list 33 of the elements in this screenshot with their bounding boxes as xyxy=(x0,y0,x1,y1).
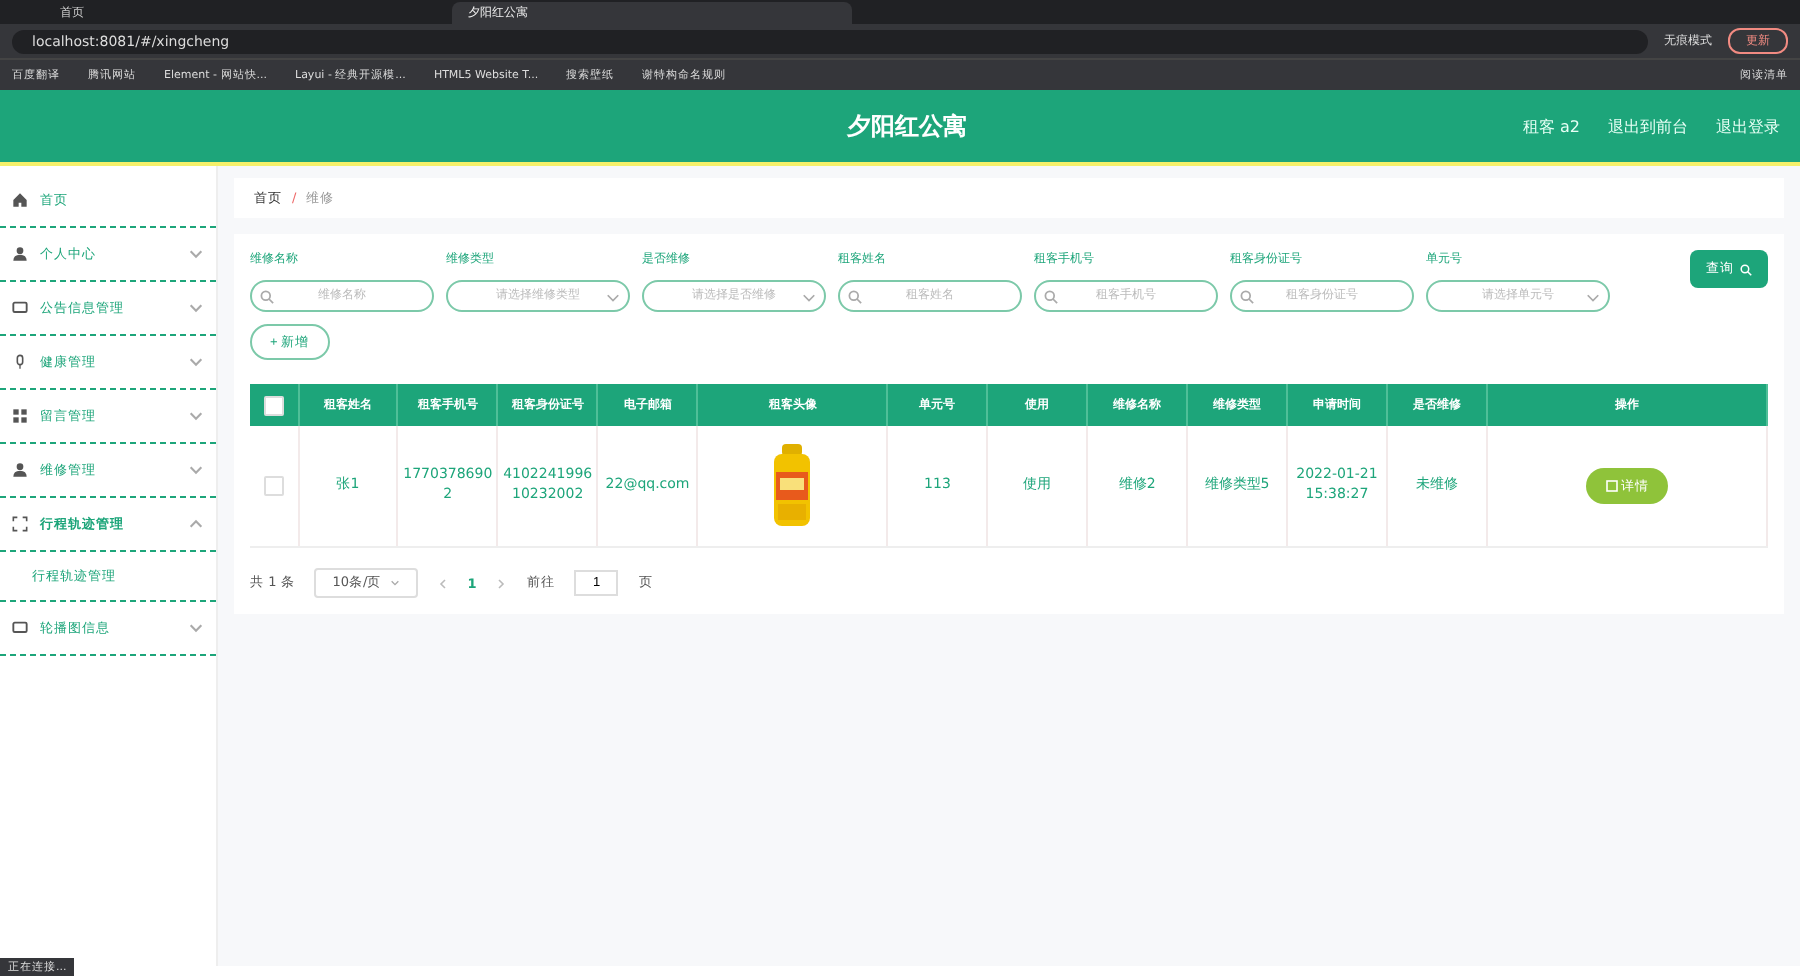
menu-icon xyxy=(12,462,28,478)
checkbox[interactable] xyxy=(263,475,284,496)
menu-icon xyxy=(12,246,28,262)
chevron-down-icon xyxy=(389,577,400,588)
menu-icon xyxy=(12,516,28,532)
chevron-up-icon xyxy=(188,516,204,532)
header-link[interactable]: 退出登录 xyxy=(1716,115,1780,137)
chevron-down-icon xyxy=(606,289,620,303)
previous-page-icon[interactable] xyxy=(437,577,448,589)
search-icon xyxy=(1740,263,1752,275)
menu-icon xyxy=(12,408,28,424)
chevron-down-icon xyxy=(1586,289,1600,303)
menu-icon xyxy=(12,620,28,636)
menu-icon xyxy=(12,354,28,370)
header-link[interactable]: 退出到前台 xyxy=(1608,115,1688,137)
app-title: 夕阳红公寓 xyxy=(845,109,970,143)
chevron-down-icon xyxy=(188,246,204,262)
menu-icon xyxy=(12,192,28,208)
document-icon xyxy=(1605,479,1618,492)
chevron-down-icon xyxy=(188,300,204,316)
chevron-down-icon xyxy=(802,289,816,303)
next-page-icon[interactable] xyxy=(496,577,507,589)
chevron-down-icon xyxy=(188,462,204,478)
search-icon xyxy=(848,289,862,303)
search-icon xyxy=(260,289,274,303)
search-icon xyxy=(1044,289,1058,303)
checkbox[interactable] xyxy=(263,395,284,415)
chevron-down-icon xyxy=(188,620,204,636)
chevron-down-icon xyxy=(188,408,204,424)
search-icon xyxy=(1240,289,1254,303)
menu-icon xyxy=(12,300,28,316)
user-label: 租客 a2 xyxy=(1522,115,1580,137)
chevron-down-icon xyxy=(188,354,204,370)
